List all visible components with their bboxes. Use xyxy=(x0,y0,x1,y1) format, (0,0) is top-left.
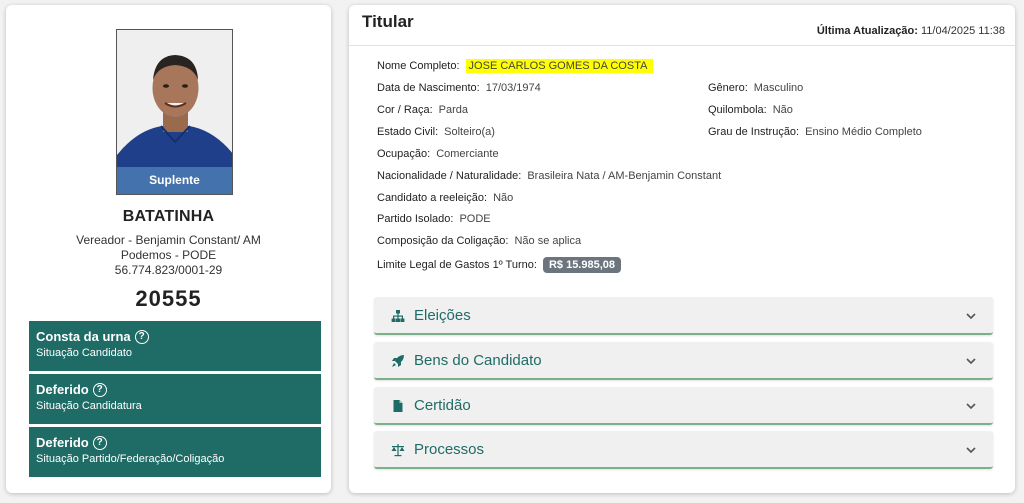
field-data-nascimento: Data de Nascimento: 17/03/1974 xyxy=(377,82,541,94)
field-value: 17/03/1974 xyxy=(485,82,541,94)
candidate-cnpj: 56.774.823/0001-29 xyxy=(114,263,223,277)
field-label: Composição da Coligação: xyxy=(377,235,509,247)
candidate-office: Vereador - Benjamin Constant/ AM xyxy=(76,233,261,247)
field-label: Candidato a reeleição: xyxy=(377,192,488,204)
suplente-badge: Suplente xyxy=(117,167,232,194)
field-value: JOSE CARLOS GOMES DA COSTA xyxy=(465,59,654,73)
field-label: Data de Nascimento: xyxy=(377,82,480,94)
status-title: Consta da urna xyxy=(36,329,131,344)
field-value: Não se aplica xyxy=(514,235,582,247)
last-update: Última Atualização: 11/04/2025 11:38 xyxy=(817,25,1005,37)
document-icon xyxy=(393,400,403,412)
field-label: Nome Completo: xyxy=(377,60,460,72)
scale-icon xyxy=(391,444,405,457)
accordion-label: Eleições xyxy=(414,307,471,324)
field-label: Partido Isolado: xyxy=(377,213,454,225)
help-icon[interactable]: ? xyxy=(92,435,107,450)
help-icon[interactable]: ? xyxy=(92,382,107,397)
field-label: Grau de Instrução: xyxy=(708,126,800,138)
accordion-label: Certidão xyxy=(414,397,471,414)
status-title: Deferido xyxy=(36,435,89,450)
chevron-down-icon xyxy=(966,403,976,410)
field-label: Cor / Raça: xyxy=(377,104,433,116)
field-value: Ensino Médio Completo xyxy=(805,126,922,138)
last-update-value: 11/04/2025 11:38 xyxy=(920,25,1005,37)
status-subtitle: Situação Candidatura xyxy=(36,400,142,412)
field-value: Parda xyxy=(438,104,468,116)
field-estado-civil: Estado Civil: Solteiro(a) xyxy=(377,126,495,138)
field-label: Limite Legal de Gastos 1º Turno: xyxy=(377,259,537,271)
field-label: Estado Civil: xyxy=(377,126,439,138)
candidate-number: 20555 xyxy=(135,286,202,311)
status-box-candidato: Consta da urna ? Situação Candidato xyxy=(29,321,321,371)
sitemap-icon xyxy=(391,310,405,322)
field-cor-raca: Cor / Raça: Parda xyxy=(377,104,468,116)
field-nome-completo: Nome Completo: JOSE CARLOS GOMES DA COSTA xyxy=(377,59,654,73)
status-subtitle: Situação Partido/Federação/Coligação xyxy=(36,453,225,465)
field-value: Brasileira Nata / AM-Benjamin Constant xyxy=(527,170,722,182)
field-value: PODE xyxy=(459,213,491,225)
field-value: Solteiro(a) xyxy=(444,126,495,138)
status-box-partido: Deferido ? Situação Partido/Federação/Co… xyxy=(29,427,321,477)
field-value: Não xyxy=(772,104,793,116)
field-value: Não xyxy=(493,192,514,204)
field-ocupacao: Ocupação: Comerciante xyxy=(377,148,499,160)
rocket-icon xyxy=(392,355,404,367)
field-limite-gastos: Limite Legal de Gastos 1º Turno: R$ 15.98… xyxy=(377,257,622,273)
candidate-party: Podemos - PODE xyxy=(120,248,217,262)
money-badge: R$ 15.985,08 xyxy=(542,257,622,273)
details-title: Titular xyxy=(362,12,414,31)
field-reeleicao: Candidato a reeleição: Não xyxy=(377,192,513,204)
accordion-bens[interactable]: Bens do Candidato xyxy=(374,342,993,380)
field-label: Quilombola: xyxy=(708,104,767,116)
field-label: Ocupação: xyxy=(377,148,431,160)
accordion-eleicoes[interactable]: Eleições xyxy=(374,297,993,335)
accordion-processos[interactable]: Processos xyxy=(374,431,993,469)
last-update-label: Última Atualização: xyxy=(816,25,918,37)
field-label: Nacionalidade / Naturalidade: xyxy=(377,170,522,182)
field-quilombola: Quilombola: Não xyxy=(708,104,793,116)
chevron-down-icon xyxy=(966,313,976,320)
field-composicao: Composição da Coligação: Não se aplica xyxy=(377,235,581,247)
status-subtitle: Situação Candidato xyxy=(36,347,133,359)
candidate-photo: Suplente xyxy=(116,29,233,195)
chevron-down-icon xyxy=(966,358,976,365)
field-partido-isolado: Partido Isolado: PODE xyxy=(377,213,491,225)
field-value: Comerciante xyxy=(436,148,499,160)
accordion-label: Processos xyxy=(414,441,485,458)
accordion-certidao[interactable]: Certidão xyxy=(374,387,993,425)
status-title: Deferido xyxy=(36,382,89,397)
candidate-name: BATATINHA xyxy=(122,208,215,225)
divider xyxy=(349,45,1015,46)
field-label: Gênero: xyxy=(708,82,748,94)
details-card: Titular Última Atualização: 11/04/2025 1… xyxy=(349,5,1015,493)
field-nacionalidade: Nacionalidade / Naturalidade: Brasileira … xyxy=(377,170,721,182)
field-genero: Gênero: Masculino xyxy=(708,82,803,94)
status-box-candidatura: Deferido ? Situação Candidatura xyxy=(29,374,321,424)
candidate-card: Suplente BATATINHA Vereador - Benjamin C… xyxy=(6,5,331,493)
accordion-label: Bens do Candidato xyxy=(414,352,542,369)
field-value: Masculino xyxy=(753,82,804,94)
field-grau-instrucao: Grau de Instrução: Ensino Médio Completo xyxy=(708,126,922,138)
chevron-down-icon xyxy=(966,447,976,454)
help-icon[interactable]: ? xyxy=(134,329,149,344)
